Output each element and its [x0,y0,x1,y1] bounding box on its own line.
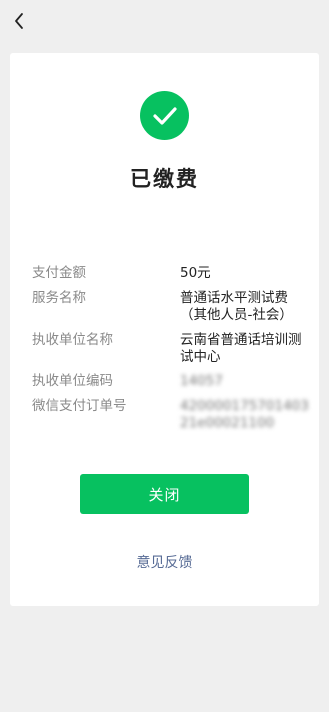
close-button[interactable]: 关闭 [80,474,249,514]
detail-label: 执收单位名称 [32,332,113,348]
detail-value: 50元 [180,265,302,282]
payment-result-card: 已缴费 支付金额 50元 服务名称 普通话水平测试费 （其他人员-社会） 执收单… [10,53,319,606]
detail-value-line: 云南省普通话培训测 [180,332,302,348]
detail-value-line: 21e00021100 [180,415,275,431]
detail-label: 服务名称 [32,290,86,306]
detail-value-line: （其他人员-社会） [180,307,293,323]
status-title: 已缴费 [130,167,199,191]
feedback-link[interactable]: 意见反馈 [10,552,319,572]
detail-value: 14057 [180,373,302,390]
detail-value: 云南省普通话培训测 试中心 [180,332,302,366]
detail-label: 执收单位编码 [32,373,113,389]
detail-row-amount: 支付金额 50元 [32,265,302,282]
detail-row-unit-code: 执收单位编码 14057 [32,373,302,390]
chevron-left-icon [15,13,23,29]
detail-value-line: 普通话水平测试费 [180,290,288,306]
detail-value-line: 14057 [180,373,223,389]
detail-value: 420000175701403 21e00021100 [180,398,309,432]
detail-value-line: 420000175701403 [180,398,309,414]
detail-value-line: 试中心 [180,349,221,365]
detail-label: 支付金额 [32,265,86,281]
detail-row-collecting-unit: 执收单位名称 云南省普通话培训测 试中心 [32,332,302,366]
detail-value: 普通话水平测试费 （其他人员-社会） [180,290,302,324]
back-button[interactable] [8,10,30,32]
detail-value-line: 50元 [180,265,211,281]
detail-row-order-number: 微信支付订单号 420000175701403 21e00021100 [32,398,309,432]
detail-label: 微信支付订单号 [32,398,127,414]
detail-row-service: 服务名称 普通话水平测试费 （其他人员-社会） [32,290,302,324]
check-circle-icon [140,91,189,140]
